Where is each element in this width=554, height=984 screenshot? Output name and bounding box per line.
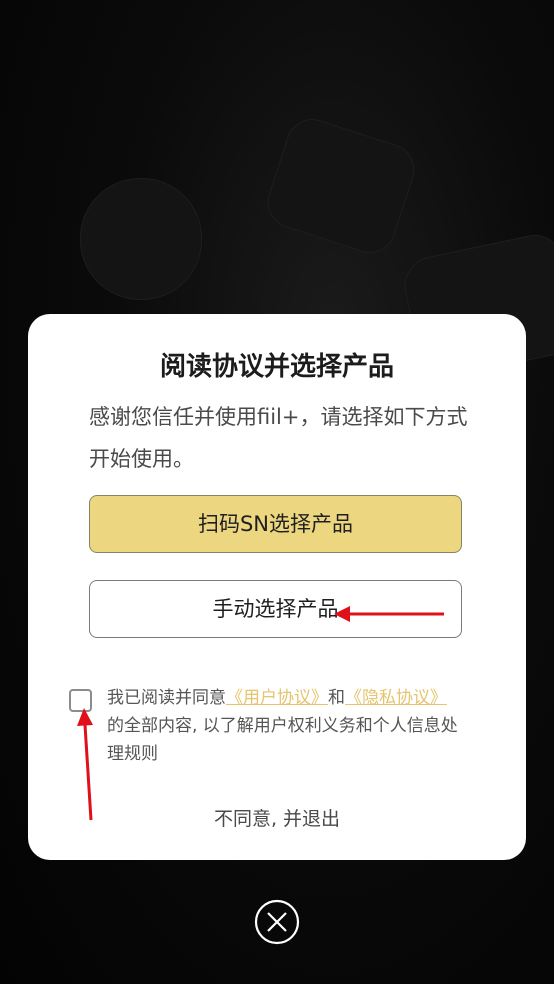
agreement-text: 我已阅读并同意《用户协议》和《隐私协议》的全部内容, 以了解用户权利义务和个人信… (107, 684, 462, 768)
manual-select-button[interactable]: 手动选择产品 (89, 580, 462, 638)
scan-sn-button[interactable]: 扫码SN选择产品 (89, 495, 462, 553)
agreement-dialog: 阅读协议并选择产品 感谢您信任并使用fiil+，请选择如下方式开始使用。 扫码S… (28, 314, 526, 860)
agreement-suffix: 的全部内容, 以了解用户权利义务和个人信息处理规则 (107, 716, 458, 764)
agreement-prefix: 我已阅读并同意 (107, 688, 226, 708)
agreement-checkbox[interactable] (69, 689, 92, 712)
close-icon[interactable] (254, 899, 300, 945)
dialog-description: 感谢您信任并使用fiil+，请选择如下方式开始使用。 (89, 405, 468, 471)
disagree-exit-button[interactable]: 不同意, 并退出 (28, 804, 526, 831)
dialog-title: 阅读协议并选择产品 (159, 352, 394, 382)
background-device-shape (80, 178, 202, 300)
user-agreement-link[interactable]: 《用户协议》 (226, 688, 328, 708)
privacy-policy-link[interactable]: 《隐私协议》 (345, 688, 447, 708)
agreement-conjunction: 和 (328, 688, 345, 708)
